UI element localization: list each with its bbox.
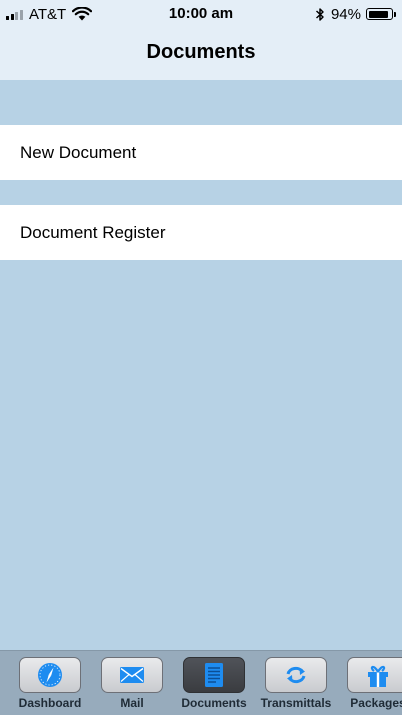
document-icon — [205, 663, 223, 687]
envelope-icon — [120, 667, 144, 683]
battery-icon — [366, 8, 393, 20]
tab-dashboard[interactable]: Dashboard — [9, 657, 91, 715]
tab-label: Mail — [120, 696, 144, 710]
tab-label: Packages — [350, 696, 402, 710]
tab-packages[interactable]: Packages — [337, 657, 402, 715]
battery-fill — [368, 10, 389, 18]
bluetooth-icon — [315, 7, 324, 21]
tab-transmittals[interactable]: Transmittals — [255, 657, 337, 715]
refresh-arrows-icon — [286, 666, 306, 684]
battery-cap — [394, 11, 396, 17]
tab-button[interactable] — [347, 657, 402, 693]
list-item-document-register[interactable]: Document Register — [0, 205, 402, 260]
status-bar: AT&T 10:00 am 94% — [0, 0, 402, 28]
tab-label: Documents — [181, 696, 247, 710]
tab-bar: Dashboard Mail Documents Transmittals Pa… — [0, 650, 402, 715]
tab-label: Dashboard — [18, 696, 82, 710]
tab-button[interactable] — [101, 657, 163, 693]
battery-percent: 94% — [330, 5, 361, 23]
list-item-label: New Document — [20, 142, 137, 162]
tab-mail[interactable]: Mail — [91, 657, 173, 715]
gift-icon — [368, 665, 388, 687]
tab-button[interactable] — [265, 657, 327, 693]
compass-icon — [38, 663, 62, 687]
tab-button[interactable] — [183, 657, 245, 693]
tab-button[interactable] — [19, 657, 81, 693]
page-title: Documents — [146, 41, 256, 63]
list-item-label: Document Register — [20, 222, 166, 242]
list-item-new-document[interactable]: New Document — [0, 125, 402, 180]
navigation-bar: Documents — [0, 28, 402, 80]
tab-documents[interactable]: Documents — [173, 657, 255, 715]
tab-label: Transmittals — [260, 696, 332, 710]
status-right: 94% — [315, 5, 396, 23]
